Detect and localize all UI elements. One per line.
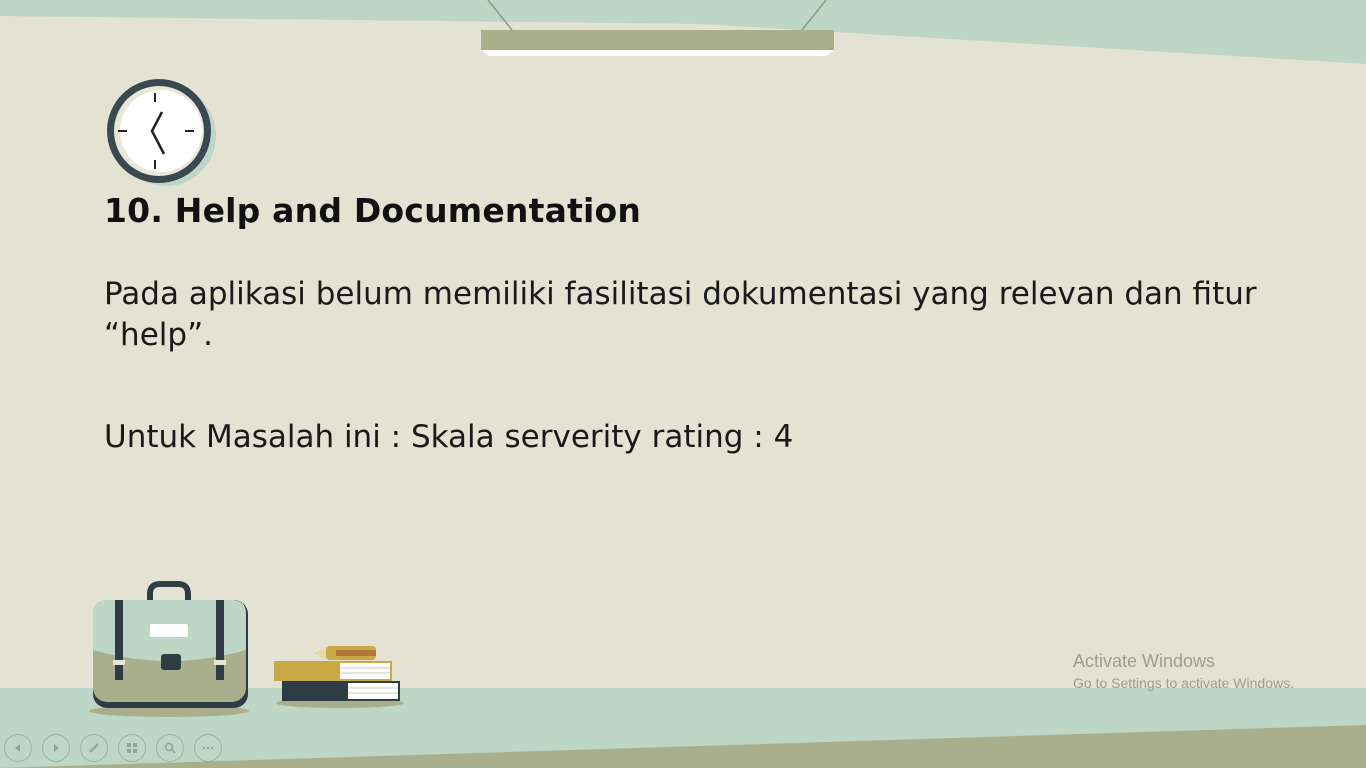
ellipsis-icon (202, 746, 214, 750)
slide-paragraph-severity: Untuk Masalah ini : Skala serverity rati… (104, 419, 794, 455)
arrow-right-icon (54, 744, 59, 752)
watermark-title: Activate Windows (1073, 651, 1216, 671)
slide-title: 10. Help and Documentation (104, 191, 642, 230)
zoom-button[interactable] (156, 734, 184, 762)
magnifier-icon (164, 742, 176, 754)
slideshow-controls (4, 734, 222, 762)
watermark-subtitle: Go to Settings to activate Windows. (1073, 675, 1294, 691)
more-options-button[interactable] (194, 734, 222, 762)
previous-slide-button[interactable] (4, 734, 32, 762)
pen-tool-button[interactable] (80, 734, 108, 762)
slide-paragraph-problem: Pada aplikasi belum memiliki fasilitasi … (104, 276, 1257, 353)
grid-icon (127, 743, 137, 753)
arrow-left-icon (15, 744, 20, 752)
activate-windows-watermark: Activate Windows Go to Settings to activ… (1073, 650, 1294, 692)
bag-icon (89, 581, 249, 717)
next-slide-button[interactable] (42, 734, 70, 762)
clock-icon (107, 79, 216, 186)
pen-icon (89, 743, 99, 753)
slide-sorter-button[interactable] (118, 734, 146, 762)
books-icon (274, 646, 404, 708)
